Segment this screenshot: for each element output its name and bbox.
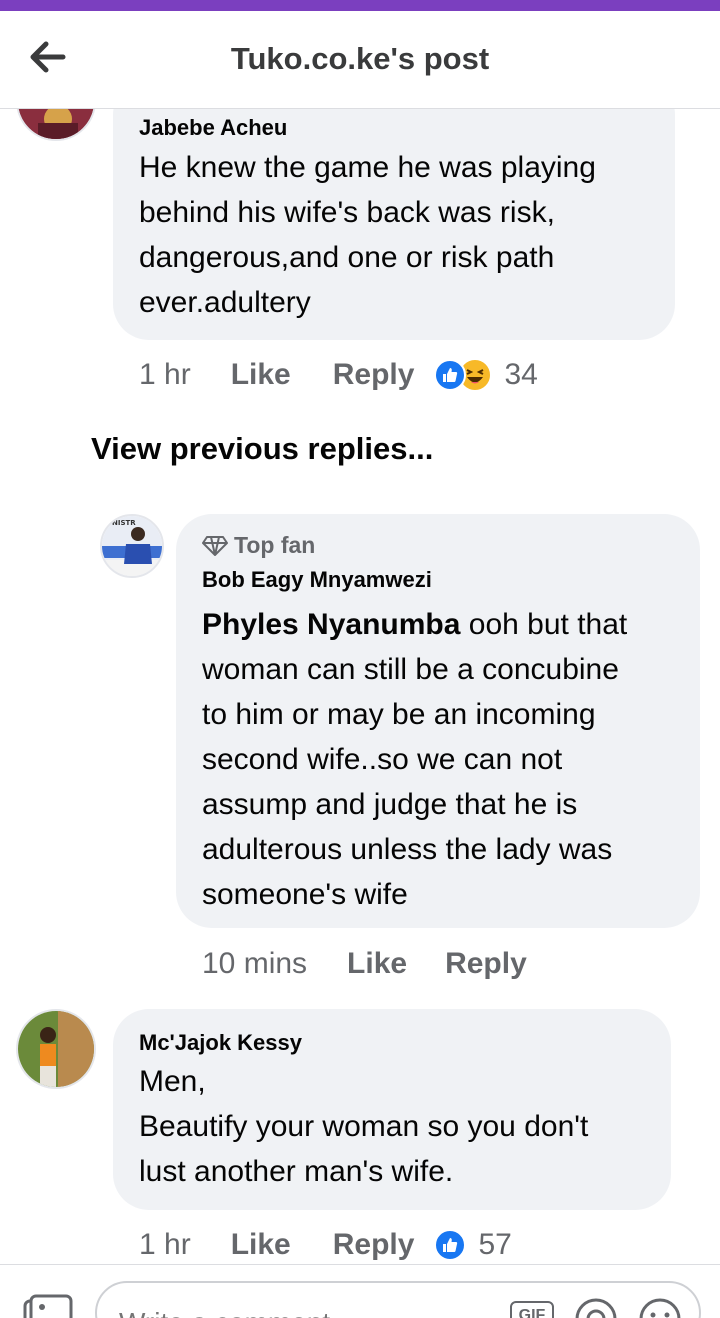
reply-button[interactable]: Reply [445, 947, 527, 981]
photo-button[interactable] [22, 1293, 74, 1318]
reply-line: second wife..so we can not [202, 743, 563, 776]
reply-meta: 10 mins Like Reply [202, 944, 527, 984]
comment-author[interactable]: Mc'Jajok Kessy [139, 1030, 302, 1056]
avatar-jabebe-acheu[interactable] [16, 109, 96, 141]
photo-icon [23, 1294, 73, 1318]
reply-first-line: Phyles Nyanumba ooh but that [202, 602, 627, 647]
comment-line: Men, [139, 1065, 206, 1098]
reply-button[interactable]: Reply [333, 358, 415, 392]
reply-line: assump and judge that he is [202, 788, 578, 821]
reply-line: to him or may be an incoming [202, 698, 596, 731]
emoji-icon [639, 1298, 681, 1318]
top-fan-badge: Top fan [202, 532, 315, 559]
comment-composer: GIF [0, 1264, 720, 1318]
page-title: Tuko.co.ke's post [230, 41, 490, 76]
reply-line: adulterous unless the lady was [202, 833, 613, 866]
emoji-button[interactable] [638, 1297, 682, 1318]
avatar-mcjajok-kessy[interactable] [16, 1009, 96, 1089]
reply-line: woman can still be a concubine [202, 653, 619, 686]
diamond-icon [202, 535, 228, 556]
comment-line: lust another man's wife. [139, 1155, 454, 1188]
like-button[interactable]: Like [231, 358, 291, 392]
comment-line: Beautify your woman so you don't [139, 1110, 589, 1143]
header: Tuko.co.ke's post [0, 11, 720, 109]
comment-bubble[interactable]: Jabebe Acheu He knew the game he was pla… [113, 109, 675, 340]
avatar-bob-eagy-mnyamwezi[interactable]: NISTR [100, 514, 164, 578]
mention-link[interactable]: Phyles Nyanumba [202, 608, 460, 641]
comment-meta: 1 hr Like Reply 34 [139, 355, 538, 395]
top-fan-label: Top fan [234, 532, 316, 558]
comments-list: Jabebe Acheu He knew the game he was pla… [0, 109, 720, 1264]
comment-line: He knew the game he was playing [139, 151, 596, 184]
reply-text: Phyles Nyanumba ooh but that woman can s… [202, 602, 627, 917]
avatar-photo: NISTR [102, 516, 162, 576]
reaction-summary[interactable]: 34 [434, 358, 538, 392]
like-button[interactable]: Like [231, 1228, 291, 1262]
reaction-count: 34 [504, 358, 538, 391]
status-bar-strip [0, 0, 720, 11]
comment-line: behind his wife's back was risk, [139, 196, 555, 229]
gif-button[interactable]: GIF [510, 1301, 554, 1318]
comment-bubble[interactable]: Mc'Jajok Kessy Men, Beautify your woman … [113, 1009, 671, 1210]
comment-line: dangerous,and one or risk path [139, 241, 555, 274]
like-button[interactable]: Like [347, 947, 407, 981]
svg-text:NISTR: NISTR [112, 519, 136, 527]
sticker-icon [575, 1298, 617, 1318]
avatar-photo [18, 109, 94, 139]
reply-author[interactable]: Bob Eagy Mnyamwezi [202, 567, 432, 593]
comment-author[interactable]: Jabebe Acheu [139, 115, 287, 141]
comment-timestamp[interactable]: 1 hr [139, 1228, 191, 1262]
reaction-count: 57 [478, 1228, 512, 1261]
comment-text: Men, Beautify your woman so you don't lu… [139, 1059, 588, 1194]
reply-line: someone's wife [202, 878, 408, 911]
comment-text: He knew the game he was playing behind h… [139, 145, 596, 325]
comment-timestamp[interactable]: 1 hr [139, 358, 191, 392]
comment-line: ever.adultery [139, 286, 311, 319]
reply-button[interactable]: Reply [333, 1228, 415, 1262]
comment-meta: 1 hr Like Reply 57 [139, 1225, 512, 1264]
sticker-button[interactable] [574, 1297, 618, 1318]
view-previous-replies-link[interactable]: View previous replies... [91, 431, 433, 467]
reply-timestamp[interactable]: 10 mins [202, 947, 307, 981]
avatar-photo [18, 1011, 94, 1087]
reply-text-fragment: ooh but that [460, 608, 628, 641]
reply-bubble[interactable]: Top fan Bob Eagy Mnyamwezi Phyles Nyanum… [176, 514, 700, 928]
like-reaction-icon [434, 1229, 467, 1261]
reaction-summary[interactable]: 57 [434, 1228, 512, 1262]
